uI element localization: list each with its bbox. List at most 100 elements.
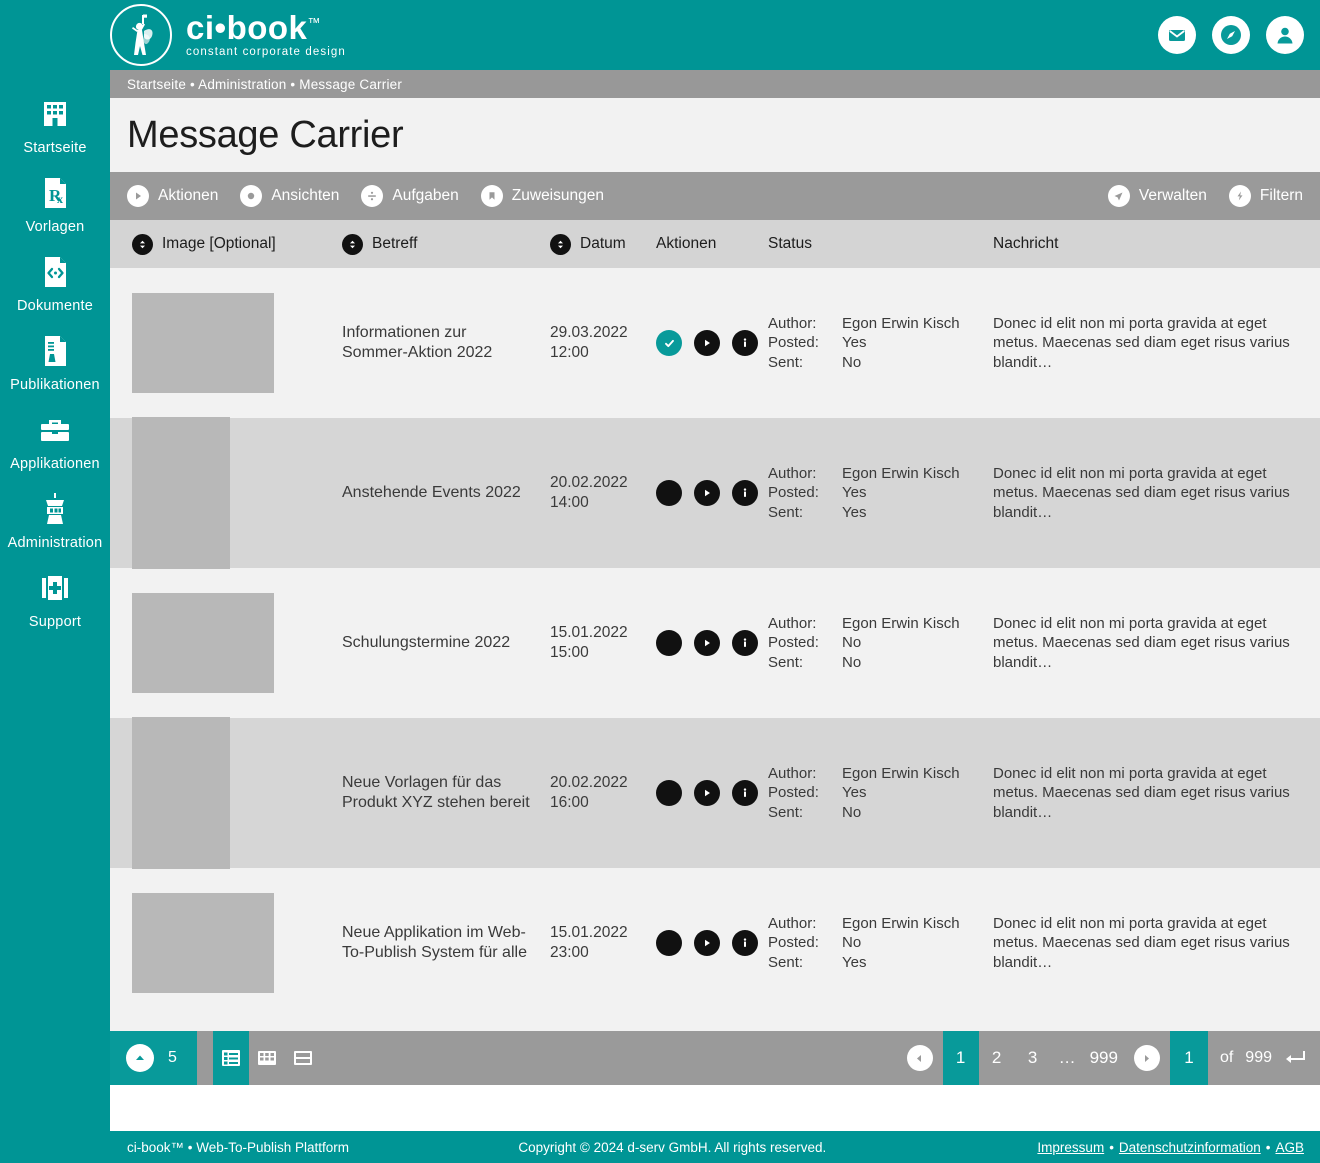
- row-message: Donec id elit non mi porta gravida at eg…: [993, 614, 1290, 671]
- toolbar-button-filtern[interactable]: Filtern: [1228, 185, 1303, 207]
- split-view-icon[interactable]: [285, 1031, 321, 1085]
- dot-icon[interactable]: [656, 630, 682, 656]
- column-header-image[interactable]: Image [Optional]: [110, 233, 328, 255]
- sidebar-item-administration[interactable]: Administration: [0, 479, 110, 558]
- dot-icon[interactable]: [656, 780, 682, 806]
- play-icon[interactable]: [694, 930, 720, 956]
- subject-line-1: Neue Applikation im Web-: [342, 923, 526, 941]
- page-ellipsis: …: [1058, 1048, 1076, 1067]
- toolbar-label: Ansichten: [271, 187, 340, 204]
- page-number-1[interactable]: 1: [942, 1031, 979, 1085]
- row-date-cell: 29.03.2022 12:00: [546, 323, 656, 363]
- footer-link-agb[interactable]: AGB: [1275, 1140, 1304, 1155]
- brand-text: ci•book™ constant corporate design: [186, 11, 346, 59]
- row-time: 12:00: [550, 344, 589, 361]
- building-icon: [38, 93, 72, 135]
- table-row[interactable]: Informationen zur Sommer-Aktion 2022 29.0…: [110, 268, 1320, 418]
- sort-icon: [132, 233, 153, 255]
- toolbar-button-aktionen[interactable]: Aktionen: [127, 185, 218, 207]
- play-icon[interactable]: [694, 630, 720, 656]
- table-row[interactable]: Neue Applikation im Web- To-Publish Syste…: [110, 868, 1320, 1018]
- prescription-document-icon: Rx: [38, 172, 72, 214]
- toolbar-button-verwalten[interactable]: Verwalten: [1107, 185, 1207, 207]
- column-header-datum[interactable]: Datum: [546, 233, 656, 255]
- row-message: Donec id elit non mi porta gravida at eg…: [993, 914, 1290, 971]
- info-icon[interactable]: [732, 480, 758, 506]
- status-label-author: Author:: [768, 464, 817, 482]
- sidebar-item-publikationen[interactable]: Publikationen: [0, 321, 110, 400]
- brand-logo[interactable]: ci•book™ constant corporate design: [110, 4, 346, 66]
- breadcrumb[interactable]: Startseite • Administration • Message Ca…: [110, 70, 1320, 98]
- bookmark-icon: [480, 185, 503, 207]
- play-icon[interactable]: [694, 480, 720, 506]
- page-number-last[interactable]: 999: [1084, 1031, 1124, 1085]
- row-date: 15.01.2022: [550, 624, 628, 642]
- row-actions-cell: [656, 930, 768, 956]
- toolbar-button-ansichten[interactable]: Ansichten: [240, 185, 339, 207]
- grid-view-icon[interactable]: [249, 1031, 285, 1085]
- play-icon: [127, 185, 149, 207]
- dot-icon[interactable]: [656, 480, 682, 506]
- column-header-betreff[interactable]: Betreff: [328, 233, 546, 255]
- info-icon[interactable]: [732, 330, 758, 356]
- sidebar-item-startseite[interactable]: Startseite: [0, 84, 110, 163]
- row-actions-cell: [656, 780, 768, 806]
- info-icon[interactable]: [732, 630, 758, 656]
- page-jump-input[interactable]: 1: [1169, 1031, 1208, 1085]
- status-label-sent: Sent:: [768, 653, 804, 671]
- column-header-status: Status: [768, 235, 993, 253]
- status-value-author: Egon Erwin Kisch: [842, 314, 960, 332]
- footer-link-impressum[interactable]: Impressum: [1037, 1140, 1104, 1155]
- sidebar-label: Dokumente: [17, 298, 93, 314]
- table-row[interactable]: Schulungstermine 2022 15.01.2022 15:00 A…: [110, 568, 1320, 718]
- row-message-cell: Donec id elit non mi porta gravida at eg…: [993, 764, 1320, 823]
- info-icon[interactable]: [732, 930, 758, 956]
- previous-page-icon[interactable]: [906, 1045, 933, 1071]
- body-region: Startseite Rx Vorlagen Dokumente Publika…: [0, 70, 1320, 1131]
- list-view-icon[interactable]: [212, 1031, 249, 1085]
- bolt-icon: [1228, 185, 1251, 207]
- rows-per-page-selector[interactable]: 5: [110, 1031, 197, 1085]
- row-time: 14:00: [550, 494, 589, 511]
- dot-icon[interactable]: [656, 930, 682, 956]
- column-label: Status: [768, 235, 812, 252]
- play-icon[interactable]: [694, 330, 720, 356]
- play-icon[interactable]: [694, 780, 720, 806]
- sidebar-item-support[interactable]: Support: [0, 558, 110, 637]
- sidebar-item-vorlagen[interactable]: Rx Vorlagen: [0, 163, 110, 242]
- sort-icon: [550, 233, 571, 255]
- thumbnail-placeholder: [132, 717, 230, 869]
- row-status-cell: Author: Egon Erwin Kisch Posted: Yes Sent:…: [768, 764, 993, 823]
- row-thumbnail-cell: [110, 293, 328, 393]
- info-icon[interactable]: [732, 780, 758, 806]
- sidebar-item-dokumente[interactable]: Dokumente: [0, 242, 110, 321]
- enter-key-icon[interactable]: [1284, 1049, 1320, 1067]
- user-icon[interactable]: [1266, 16, 1304, 54]
- next-page-icon[interactable]: [1133, 1045, 1160, 1071]
- toolbar-button-zuweisungen[interactable]: Zuweisungen: [480, 185, 604, 207]
- toolbar-label: Aktionen: [158, 187, 219, 204]
- status-value-posted: Yes: [842, 484, 867, 502]
- pager-right: 1 2 3 … 999 1 of 999: [897, 1031, 1320, 1085]
- subject-line-2: Produkt XYZ stehen bereit: [342, 794, 530, 811]
- check-icon[interactable]: [656, 330, 682, 356]
- toolbar-button-aufgaben[interactable]: Aufgaben: [361, 185, 459, 207]
- status-value-author: Egon Erwin Kisch: [842, 764, 960, 782]
- table-row[interactable]: Anstehende Events 2022 20.02.2022 14:00: [110, 417, 1320, 569]
- page-number-2[interactable]: 2: [979, 1031, 1015, 1085]
- page-number-3[interactable]: 3: [1015, 1031, 1051, 1085]
- row-message-cell: Donec id elit non mi porta gravida at eg…: [993, 614, 1320, 673]
- compass-icon[interactable]: [1212, 16, 1250, 54]
- top-header: ci•book™ constant corporate design: [0, 0, 1320, 70]
- row-time: 23:00: [550, 944, 589, 961]
- footer-link-separator: •: [1109, 1139, 1114, 1155]
- status-label-posted: Posted:: [768, 784, 819, 802]
- footer-link-datenschutz[interactable]: Datenschutzinformation: [1119, 1140, 1261, 1155]
- sidebar-item-applikationen[interactable]: Applikationen: [0, 400, 110, 479]
- cibook-fairy-logo-icon: [110, 4, 172, 66]
- table-row[interactable]: Neue Vorlagen für das Produkt XYZ stehen …: [110, 717, 1320, 869]
- row-time: 16:00: [550, 794, 589, 811]
- row-message: Donec id elit non mi porta gravida at eg…: [993, 314, 1290, 371]
- mail-icon[interactable]: [1158, 16, 1196, 54]
- thumbnail-placeholder: [132, 293, 274, 393]
